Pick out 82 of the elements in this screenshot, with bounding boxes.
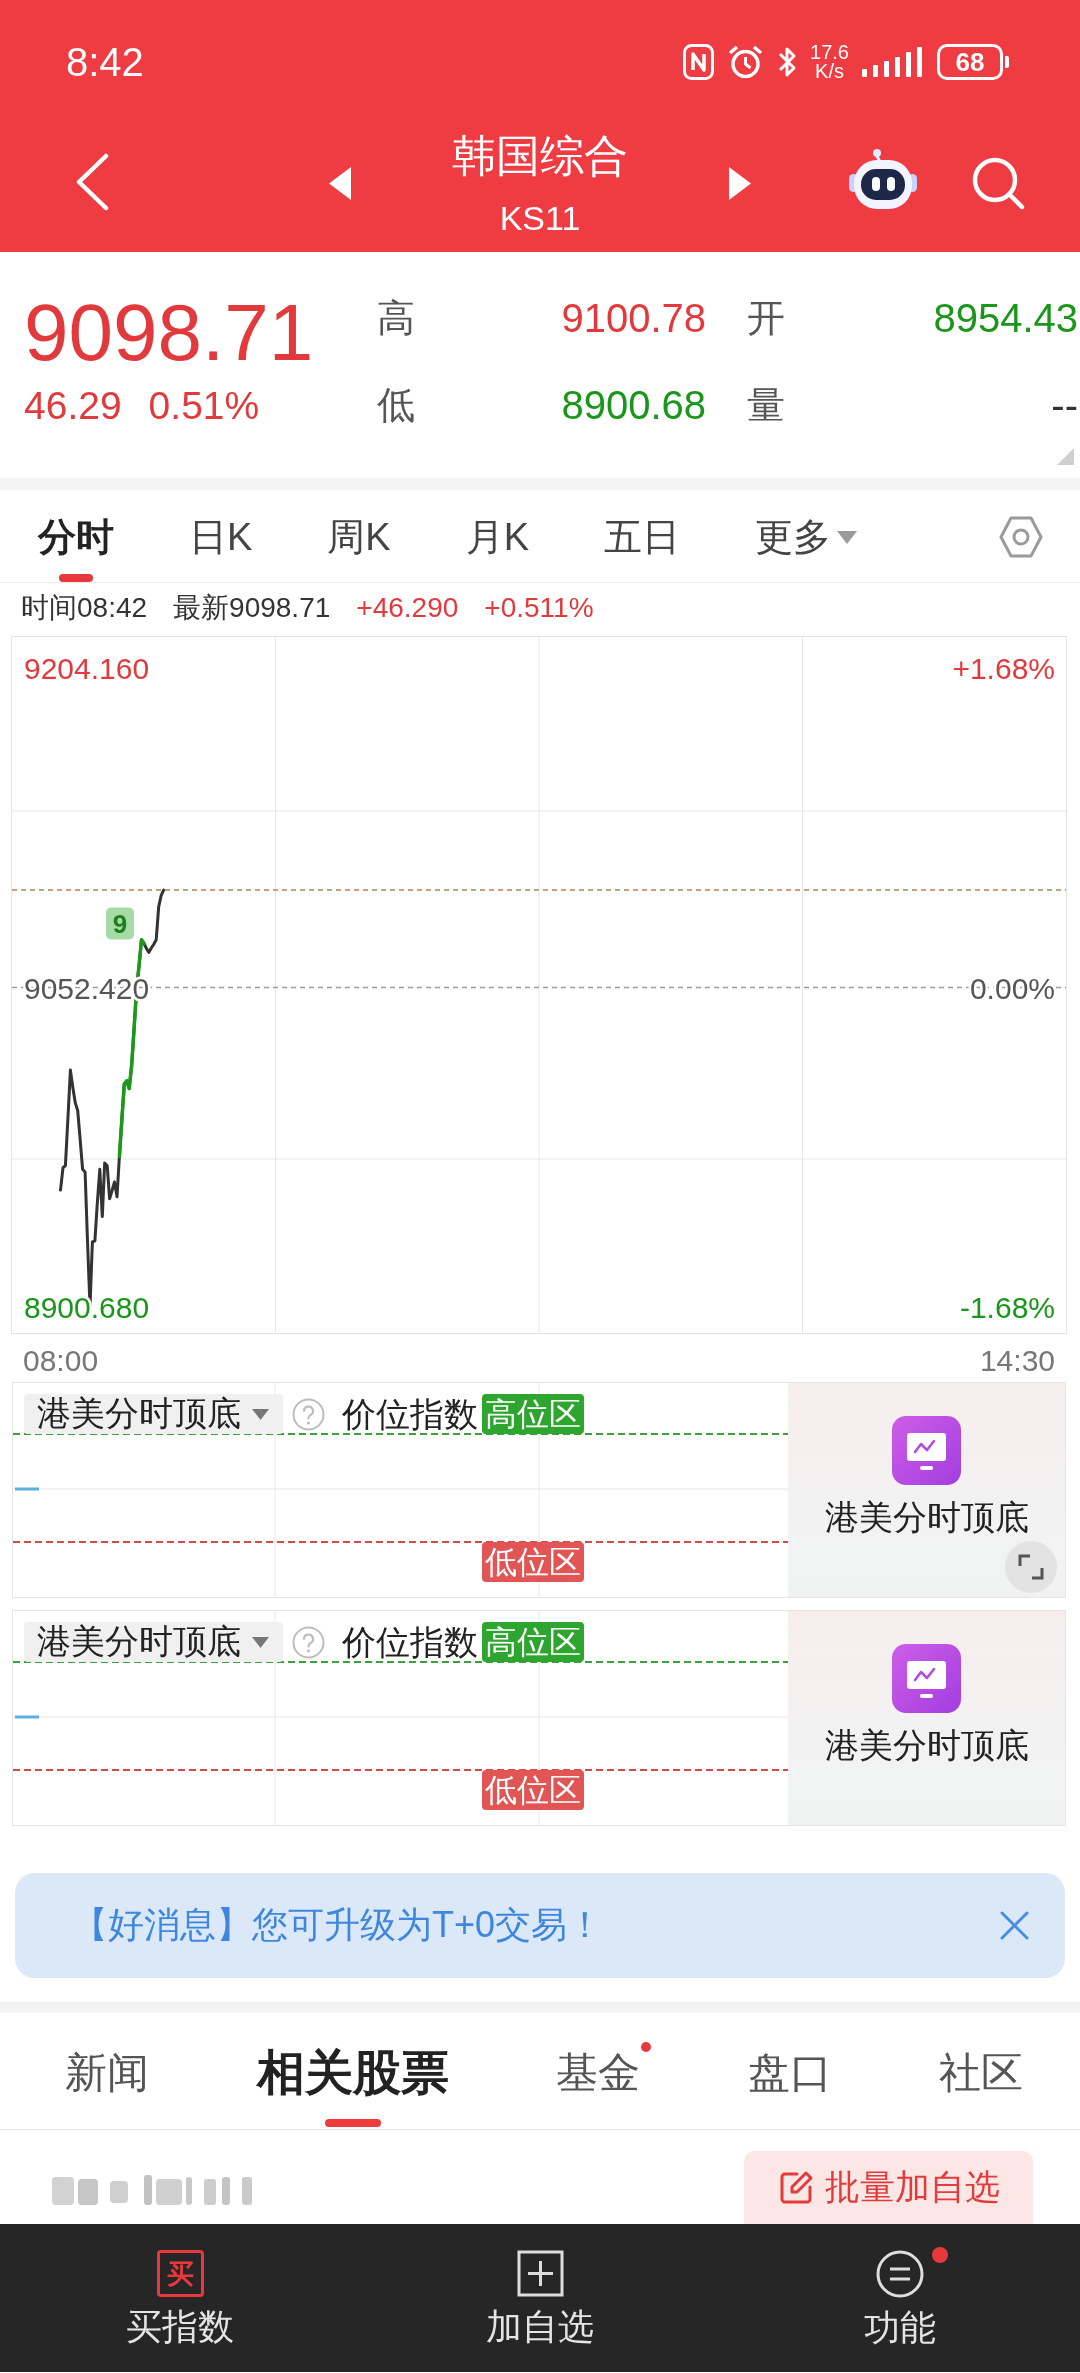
nfc-icon [683,44,715,80]
settings-icon[interactable] [999,516,1043,558]
monitor-chart-icon [892,1416,961,1485]
batch-add-button[interactable]: 批量加自选 [744,2151,1033,2224]
expand-icon [1018,1554,1044,1580]
tab-underline [59,574,93,582]
index-label: 价位指数 [342,1394,478,1434]
chart-tab[interactable]: 日K [189,490,253,560]
circle-menu-icon [876,2250,924,2298]
monitor-chart-icon [892,1644,961,1713]
chart-tab[interactable]: 分时 [38,490,114,582]
change-readout: +46.290 [356,591,459,624]
percent-label: 0.00% [969,971,1055,1005]
low-zone-badge: 低位区 [482,1770,584,1810]
robot-assistant-icon[interactable] [847,148,919,210]
card-title: 港美分时顶底 [824,1497,1029,1537]
nav-button[interactable]: 买 买指数 [0,2224,360,2372]
stat-label: 低 [377,383,415,428]
buy-icon: 买 [156,2250,204,2297]
chart-tab[interactable]: 周K [327,490,391,560]
latest-price-readout: 最新9098.71 [173,590,331,625]
chart-tab[interactable]: 更多 [755,490,858,560]
close-icon[interactable] [999,1910,1030,1941]
stat-label: 量 [747,383,785,428]
indicator-dropdown[interactable]: 港美分时顶底 [24,1622,283,1662]
high-zone-badge: 高位区 [482,1394,584,1434]
left-triangle-icon[interactable] [329,167,351,200]
caret-icon [252,1408,269,1420]
index-code: KS11 [499,198,581,238]
percent-label: +1.68% [952,652,1055,685]
axis-label: 8900.680 [24,1291,150,1324]
back-icon[interactable] [74,153,110,211]
price-change: 46.29 [24,383,122,429]
nav-button[interactable]: 加自选 [360,2224,720,2372]
chart-tab[interactable]: 五日 [604,490,681,560]
indicator-mark [15,1715,39,1719]
caret-icon [837,530,858,544]
stat-value: 9100.78 [561,295,706,342]
axis-label: 9204.160 [24,652,150,685]
expand-button[interactable] [1005,1541,1057,1593]
low-zone-badge: 低位区 [482,1542,584,1582]
tab-underline [324,2119,381,2127]
percent-readout: +0.511% [484,591,594,624]
annotation: 9 [112,908,128,939]
nav-button[interactable]: 功能 [720,2224,1080,2372]
caret-icon [252,1636,269,1648]
stat-value: 8900.68 [561,382,706,429]
stat-value: -- [1051,382,1078,429]
time-label: 14:30 [979,1344,1055,1377]
section-tab[interactable]: 盘口 [747,2013,832,2097]
signal-tag: 9 [105,907,134,940]
stat-value: 8954.43 [933,295,1078,342]
stat-label: 高 [377,296,415,341]
indicator-card[interactable]: 港美分时顶底 [788,1383,1065,1597]
section-tab[interactable]: 社区 [939,2013,1023,2097]
network-speed: 17.6 K/s [810,43,849,81]
alarm-clock-icon [727,44,765,80]
section-tab[interactable]: 基金 [556,2013,640,2097]
high-zone-badge: 高位区 [482,1622,584,1662]
section-tab[interactable]: 新闻 [65,2013,149,2097]
edit-icon [778,2169,814,2206]
banner-text: 【好消息】您可升级为T+0交易！ [72,1903,604,1947]
indicator-card[interactable]: 港美分时顶底 [788,1611,1065,1825]
page-title: 韩国综合 [452,130,628,182]
index-label: 价位指数 [342,1622,478,1662]
status-time: 8:42 [66,39,144,85]
percent-change: 0.51% [148,383,260,429]
signal-icon [862,47,924,77]
card-title: 港美分时顶底 [824,1725,1029,1765]
corner-triangle-icon [1057,448,1074,465]
indicator-dropdown[interactable]: 港美分时顶底 [24,1394,283,1434]
percent-label: -1.68% [959,1291,1055,1324]
indicator-mark [15,1487,39,1491]
section-tab[interactable]: 相关股票 [256,2013,449,2127]
chart-tab[interactable]: 月K [465,490,530,560]
search-icon[interactable] [970,155,1026,210]
right-triangle-icon[interactable] [729,167,751,200]
last-price: 9098.71 [24,288,315,378]
stat-label: 开 [747,296,785,341]
plus-square-icon [516,2250,564,2297]
time-label: 08:00 [23,1344,99,1377]
time-readout: 时间08:42 [21,590,148,625]
